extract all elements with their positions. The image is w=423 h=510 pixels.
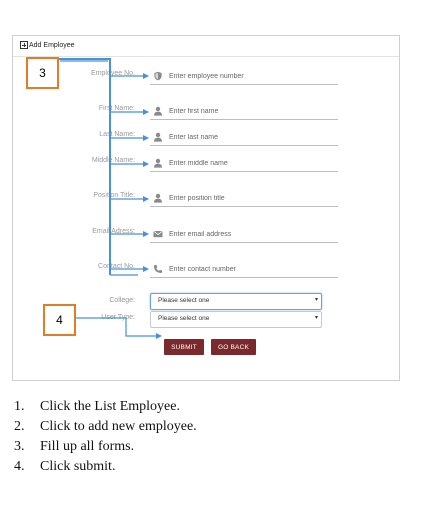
- position-title-input[interactable]: [169, 192, 329, 204]
- college-label: College:: [109, 297, 135, 304]
- college-select-value: Please select one: [158, 297, 210, 304]
- go-back-button[interactable]: GO BACK: [211, 339, 256, 355]
- middle-name-input[interactable]: [169, 157, 329, 169]
- phone-icon: [154, 265, 162, 273]
- callout-step-3: 3: [26, 57, 59, 89]
- position-title-field: [150, 192, 338, 207]
- contact-no-field: [150, 263, 338, 278]
- position-title-label: Position Title:: [93, 192, 135, 199]
- panel-title-text: Add Employee: [29, 41, 75, 49]
- last-name-field: [150, 131, 338, 146]
- email-input[interactable]: [169, 228, 329, 240]
- plus-square-icon[interactable]: [20, 41, 28, 49]
- contact-no-label: Contact No.: [98, 263, 135, 270]
- middle-name-field: [150, 157, 338, 172]
- shield-icon: [154, 71, 162, 81]
- contact-no-input[interactable]: [169, 263, 329, 275]
- chevron-down-icon: ▾: [314, 315, 318, 321]
- list-item: 4. Click submit.: [14, 459, 116, 474]
- user-icon: [154, 106, 162, 116]
- callout-step-4: 4: [43, 304, 76, 336]
- employee-no-label: Employee No.: [91, 70, 135, 77]
- user-type-select[interactable]: Please select one ▾: [150, 311, 322, 328]
- college-select[interactable]: Please select one ▾: [150, 293, 322, 310]
- user-type-label: User Type:: [101, 314, 135, 321]
- list-item: 3. Fill up all forms.: [14, 439, 135, 454]
- email-field: [150, 228, 338, 243]
- first-name-field: [150, 105, 338, 120]
- panel-title: Add Employee: [20, 41, 75, 49]
- employee-no-input[interactable]: [169, 70, 329, 82]
- middle-name-label: Middle Name:: [91, 157, 135, 164]
- user-icon: [154, 132, 162, 142]
- list-item: 1. Click the List Employee.: [14, 399, 180, 414]
- panel-header: Add Employee: [13, 36, 399, 57]
- instructions-list: 1. Click the List Employee. 2. Click to ad…: [14, 398, 197, 478]
- user-icon: [154, 158, 162, 168]
- first-name-label: First Name:: [98, 105, 135, 112]
- envelope-icon: [153, 230, 163, 238]
- email-label: Email Adress:: [92, 228, 135, 235]
- first-name-input[interactable]: [169, 105, 329, 117]
- user-type-select-value: Please select one: [158, 315, 210, 322]
- chevron-down-icon: ▾: [314, 297, 318, 303]
- user-icon: [154, 193, 162, 203]
- last-name-label: Last Name:: [99, 131, 135, 138]
- employee-no-field: [150, 70, 338, 85]
- last-name-input[interactable]: [169, 131, 329, 143]
- submit-button[interactable]: SUBMIT: [164, 339, 204, 355]
- list-item: 2. Click to add new employee.: [14, 419, 197, 434]
